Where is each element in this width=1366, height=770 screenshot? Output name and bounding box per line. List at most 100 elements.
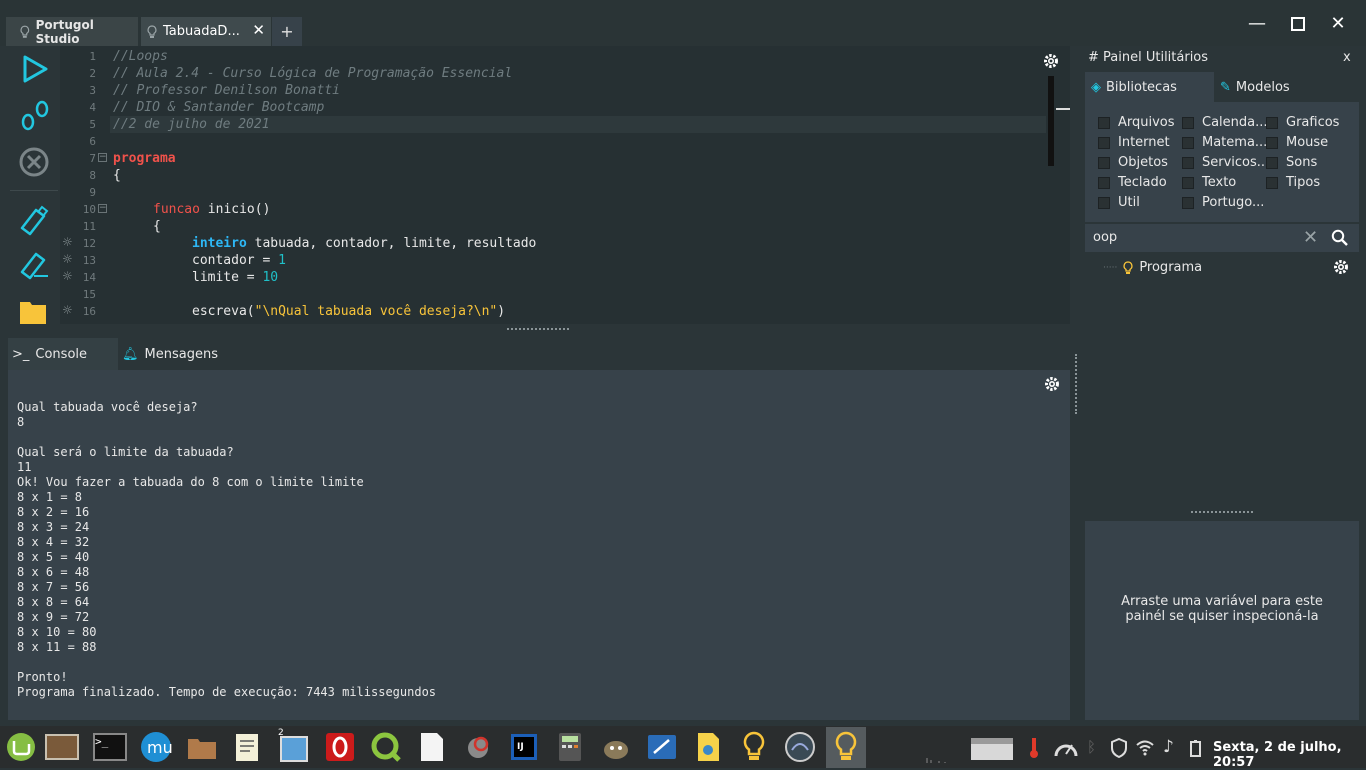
- files-folder-icon[interactable]: [185, 730, 219, 764]
- gear-icon[interactable]: [1043, 375, 1061, 393]
- checkbox[interactable]: [1182, 196, 1194, 209]
- gear-icon[interactable]: [1042, 52, 1060, 70]
- portugol-bulb-icon[interactable]: [737, 730, 771, 764]
- stop-icon[interactable]: [18, 146, 50, 178]
- debug-steps-icon[interactable]: [18, 98, 52, 132]
- library-checkbox[interactable]: Arquivos: [1098, 115, 1175, 130]
- checkbox[interactable]: [1098, 156, 1110, 169]
- tab-console[interactable]: >_ Console: [8, 338, 118, 370]
- mint-menu-icon[interactable]: [4, 730, 38, 764]
- open-folder-icon[interactable]: [18, 298, 48, 324]
- tree-item-programa[interactable]: ····· Programa: [1103, 260, 1202, 275]
- window-thumbnail[interactable]: [971, 738, 1013, 760]
- console-output[interactable]: Qual tabuada você deseja? 8 Qual será o …: [8, 370, 1070, 720]
- checkbox[interactable]: [1266, 176, 1278, 189]
- library-checkbox[interactable]: Servicos...: [1182, 155, 1269, 170]
- maximize-button[interactable]: [1286, 12, 1310, 36]
- checkbox[interactable]: [1266, 156, 1278, 169]
- checkbox[interactable]: [1182, 136, 1194, 149]
- checkbox[interactable]: [1182, 156, 1194, 169]
- opera-icon[interactable]: [323, 730, 357, 764]
- checkbox[interactable]: [1182, 116, 1194, 129]
- tab-portugol-studio[interactable]: Portugol Studio: [6, 17, 138, 46]
- battery-icon[interactable]: [1187, 738, 1205, 758]
- system-monitor-icon[interactable]: [783, 730, 817, 764]
- search-icon[interactable]: [1331, 229, 1349, 247]
- breakpoint-bug-icon[interactable]: ☼: [62, 252, 73, 266]
- split-handle[interactable]: [1191, 511, 1253, 515]
- library-checkbox[interactable]: Objetos: [1098, 155, 1168, 170]
- save-icon[interactable]: [18, 204, 50, 236]
- gimp-icon[interactable]: [599, 730, 633, 764]
- line-gutter: 1 2 3 4 5 6 7 8 9 10 11 12 13 14 15 16 −…: [60, 46, 110, 324]
- split-handle[interactable]: [507, 328, 569, 332]
- mu-editor-icon[interactable]: mu: [139, 730, 173, 764]
- minimize-button[interactable]: —: [1245, 12, 1269, 36]
- tab-messages[interactable]: 🔔︎ Mensagens: [122, 338, 232, 370]
- editor-scrollbar[interactable]: [1048, 76, 1054, 166]
- checkbox[interactable]: [1098, 136, 1110, 149]
- save-as-icon[interactable]: [18, 250, 50, 282]
- workspace-switcher[interactable]: [925, 750, 967, 763]
- portugol-bulb-active-icon[interactable]: [829, 730, 863, 764]
- fold-toggle[interactable]: −: [98, 153, 107, 162]
- library-label: Graficos: [1286, 115, 1340, 130]
- vertical-split-handle[interactable]: [1075, 354, 1079, 414]
- checkbox[interactable]: [1098, 196, 1110, 209]
- music-icon[interactable]: ♪: [1163, 737, 1174, 757]
- line-number: 7: [89, 152, 96, 165]
- checkbox[interactable]: [1098, 116, 1110, 129]
- code-editor[interactable]: 1 2 3 4 5 6 7 8 9 10 11 12 13 14 15 16 −…: [60, 46, 1070, 324]
- speedometer-icon[interactable]: [1053, 736, 1079, 760]
- clear-search-icon[interactable]: ✕: [1303, 227, 1318, 248]
- panel-close-button[interactable]: x: [1343, 50, 1351, 65]
- library-checkbox[interactable]: Teclado: [1098, 175, 1167, 190]
- qgis-icon[interactable]: [369, 730, 403, 764]
- gear-icon[interactable]: [1332, 258, 1350, 276]
- terminal-icon[interactable]: >_: [93, 733, 127, 761]
- breakpoint-bug-icon[interactable]: ☼: [62, 235, 73, 249]
- screenshot-tool-icon[interactable]: [461, 730, 495, 764]
- library-checkbox[interactable]: Util: [1098, 195, 1140, 210]
- library-checkbox[interactable]: Mouse: [1266, 135, 1328, 150]
- calculator-icon[interactable]: [553, 730, 587, 764]
- text-editor-icon[interactable]: [231, 730, 265, 764]
- library-checkbox[interactable]: Tipos: [1266, 175, 1320, 190]
- document-icon[interactable]: [415, 730, 449, 764]
- bell-icon: 🔔︎: [122, 346, 139, 362]
- collapse-handle[interactable]: [1056, 108, 1070, 110]
- wifi-icon[interactable]: [1135, 738, 1155, 756]
- drawing-app-icon[interactable]: [645, 730, 679, 764]
- breakpoint-bug-icon[interactable]: ☼: [62, 303, 73, 317]
- thermometer-icon[interactable]: [1027, 736, 1041, 760]
- run-icon[interactable]: [20, 54, 50, 84]
- checkbox[interactable]: [1266, 116, 1278, 129]
- close-window-button[interactable]: ✕: [1326, 12, 1350, 36]
- bluetooth-icon[interactable]: ᛒ: [1087, 738, 1096, 756]
- checkbox[interactable]: [1266, 136, 1278, 149]
- intellij-icon[interactable]: IJ: [507, 730, 541, 764]
- toolbar-divider: [10, 190, 58, 191]
- tab-modelos[interactable]: ✎ Modelos: [1216, 72, 1356, 102]
- checkbox[interactable]: [1098, 176, 1110, 189]
- library-checkbox[interactable]: Graficos: [1266, 115, 1339, 130]
- close-tab-icon[interactable]: ✕: [252, 21, 265, 39]
- tab-bibliotecas[interactable]: ◈ Bibliotecas: [1085, 72, 1214, 102]
- fold-toggle[interactable]: −: [98, 204, 107, 213]
- library-checkbox[interactable]: Sons: [1266, 155, 1317, 170]
- show-desktop-icon[interactable]: [45, 734, 79, 760]
- shield-icon[interactable]: [1110, 738, 1128, 758]
- new-tab-button[interactable]: +: [272, 17, 302, 46]
- library-checkbox[interactable]: Texto: [1182, 175, 1236, 190]
- breakpoint-bug-icon[interactable]: ☼: [62, 269, 73, 283]
- library-checkbox[interactable]: Internet: [1098, 135, 1170, 150]
- checkbox[interactable]: [1182, 176, 1194, 189]
- library-label: Objetos: [1118, 155, 1168, 170]
- library-checkbox[interactable]: Portugo...: [1182, 195, 1264, 210]
- library-checkbox[interactable]: Matema...: [1182, 135, 1267, 150]
- tab-tabuada-file[interactable]: TabuadaD... ✕: [141, 17, 271, 46]
- clock[interactable]: Sexta, 2 de julho, 20:57: [1213, 740, 1366, 770]
- library-checkbox[interactable]: Calenda...: [1182, 115, 1268, 130]
- code-line: // Aula 2.4 - Curso Lógica de Programaçã…: [113, 66, 513, 81]
- image-viewer-icon[interactable]: [691, 730, 725, 764]
